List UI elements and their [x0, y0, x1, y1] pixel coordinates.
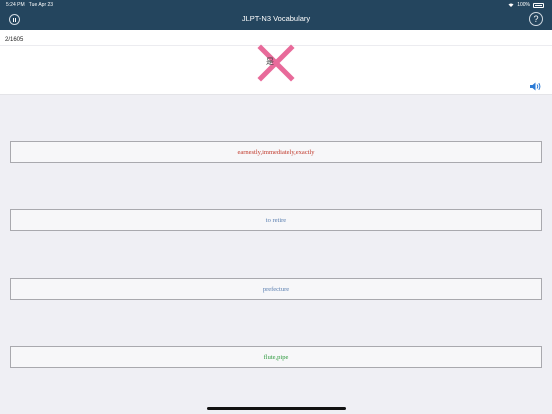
answer-option-3[interactable]: prefecture — [10, 278, 542, 300]
help-button[interactable]: ? — [529, 12, 543, 26]
wrong-x-icon — [257, 44, 295, 82]
answer-option-label: earnestly,immediately,exactly — [237, 148, 315, 156]
answer-option-label: prefecture — [262, 285, 290, 293]
speaker-icon[interactable] — [530, 82, 542, 91]
battery-percent: 100% — [517, 2, 530, 8]
home-indicator[interactable] — [207, 407, 346, 410]
answer-option-1[interactable]: earnestly,immediately,exactly — [10, 141, 542, 163]
status-indicators: 100% — [508, 2, 544, 8]
status-date: Tue Apr 23 — [28, 2, 54, 8]
progress-counter: 2/1605 — [5, 37, 24, 43]
status-time: 5:24 PM — [6, 2, 25, 8]
answer-option-label: flute,pipe — [263, 353, 289, 361]
battery-icon — [533, 2, 544, 8]
page-title: JLPT-N3 Vocabulary — [241, 14, 311, 23]
question-word: 是 — [266, 57, 274, 66]
top-bar: 5:24 PM Tue Apr 23 100% JLPT-N3 Vocabula… — [0, 0, 552, 30]
answer-option-4[interactable]: flute,pipe — [10, 346, 542, 368]
status-time-date: 5:24 PM Tue Apr 23 — [6, 2, 53, 8]
wifi-icon — [508, 3, 514, 7]
answer-option-2[interactable]: to retire — [10, 209, 542, 231]
answer-option-label: to retire — [265, 216, 287, 224]
